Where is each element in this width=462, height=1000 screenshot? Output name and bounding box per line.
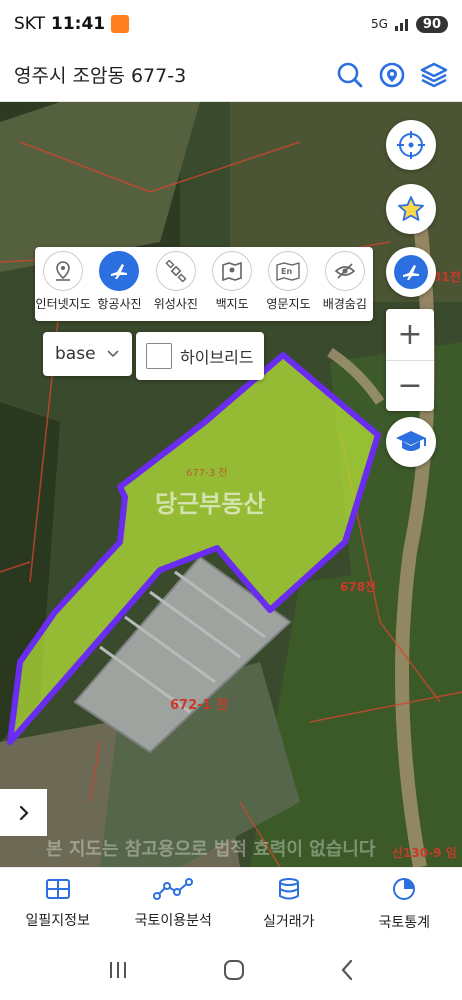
parcel-label: 31전 [433,270,461,284]
svg-text:En: En [281,267,292,276]
zoom-out-button[interactable]: − [386,359,434,412]
airplane-icon [403,265,419,280]
layer-aerial-photo[interactable]: 항공사진 [91,251,147,321]
signal-icon [394,19,408,31]
back-icon[interactable] [338,958,356,982]
nav-land-use-analysis[interactable]: 국토이용분석 [116,868,232,939]
clock: 11:41 [51,14,106,34]
layer-hide-background[interactable]: 배경숨김 [317,251,373,321]
page-title: 영주시 조암동 677-3 [14,65,187,87]
search-icon[interactable] [336,61,364,89]
english-map-icon: En [276,262,301,281]
layer-english-map[interactable]: En 영문지도 [260,251,316,321]
map-icon [222,261,242,282]
current-location-button[interactable] [386,120,436,170]
nav-real-transaction-price[interactable]: 실거래가 [231,868,347,939]
layers-icon[interactable] [420,61,448,89]
network-type-icon: 5G [370,17,388,31]
app-header: 영주시 조암동 677-3 [0,48,462,102]
base-map-value: base [55,344,96,364]
home-icon[interactable] [222,958,246,982]
bottom-navigation: 일필지정보 국토이용분석 실거래가 국토통계 [0,867,462,939]
layer-internet-map[interactable]: 인터넷지도 [35,251,91,321]
parcel-label-main: 677-3 전 [186,468,228,479]
hybrid-label: 하이브리드 [180,348,254,367]
layer-satellite-photo[interactable]: 위성사진 [148,251,204,321]
nav-land-statistics[interactable]: 국토통계 [347,868,462,939]
layer-blank-map[interactable]: 백지도 [204,251,260,321]
airplane-icon [111,264,128,279]
battery-indicator: 90 [415,15,448,33]
favorite-button[interactable] [386,184,436,234]
hybrid-checkbox[interactable] [146,343,172,369]
expand-panel-button[interactable] [0,789,47,836]
nav-parcel-info[interactable]: 일필지정보 [0,868,116,939]
app-notification-icon [111,15,130,33]
map-layer-selector: 인터넷지도 항공사진 위성사진 백지도 En 영문지도 배경숨김 [35,247,373,321]
satellite-icon [165,260,187,282]
pin-icon [56,261,71,281]
database-icon [278,877,299,899]
chevron-down-icon [107,350,119,358]
location-icon[interactable] [378,61,406,89]
parcel-label: 672-1 전 [170,698,229,713]
carrier-label: SKT [14,14,46,34]
chevron-right-icon [19,805,29,820]
crosshair-icon [397,131,425,159]
system-navigation-bar [0,939,462,1000]
map-disclaimer: 본 지도는 참고용으로 법적 효력이 없습니다 [46,839,376,860]
aerial-layer-button[interactable] [386,247,436,297]
pie-chart-icon [393,877,416,900]
line-chart-icon [153,877,194,900]
parcel-label: 산130-9 임 [392,846,457,860]
education-button[interactable] [386,417,436,467]
recent-apps-icon[interactable] [106,959,130,981]
hybrid-toggle[interactable]: 하이브리드 [136,332,264,380]
graduation-cap-icon [396,431,426,451]
base-map-select[interactable]: base [43,332,132,376]
watermark-text: 당근부동산 [155,490,266,518]
zoom-in-button[interactable]: + [386,309,434,360]
map-view[interactable]: 677-3 전 당근부동산 678전 672-1 전 31전 산130-9 임 … [0,102,462,867]
grid-icon [45,878,70,899]
parcel-label: 678전 [340,580,377,594]
eye-off-icon [334,263,356,279]
star-icon [398,196,424,221]
zoom-control: + − [386,309,434,411]
status-bar: SKT 11:41 5G 90 [0,0,462,48]
